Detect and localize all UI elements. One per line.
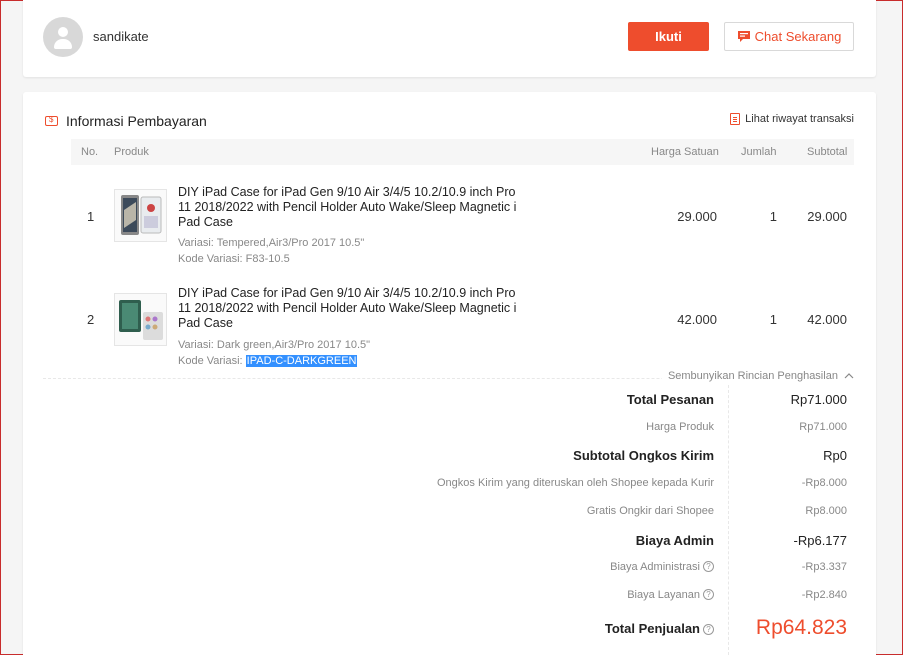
total-sales-text: Total Penjualan xyxy=(604,621,700,636)
table-header: No. Produk Harga Satuan Jumlah Subtotal xyxy=(71,139,854,165)
product-image xyxy=(121,195,162,235)
product-variation: Variasi: Dark green,Air3/Pro 2017 10.5" xyxy=(178,339,371,351)
unit-price: 29.000 xyxy=(677,209,717,224)
variation-code-label: Kode Variasi: xyxy=(178,253,246,265)
product-variation: Variasi: Tempered,Air3/Pro 2017 10.5" xyxy=(178,237,365,249)
help-icon[interactable]: ? xyxy=(703,589,714,600)
free-shipping-value: Rp8.000 xyxy=(805,505,847,517)
admin-fee-value: -Rp6.177 xyxy=(793,533,847,548)
row-number: 1 xyxy=(87,209,95,224)
product-name[interactable]: DIY iPad Case for iPad Gen 9/10 Air 3/4/… xyxy=(178,286,528,331)
subtotal: 29.000 xyxy=(807,209,847,224)
admin-fee-label: Biaya Admin xyxy=(635,533,714,548)
free-shipping-label: Gratis Ongkir dari Shopee xyxy=(586,505,714,517)
col-qty: Jumlah xyxy=(741,146,777,158)
transaction-history-label: Lihat riwayat transaksi xyxy=(745,113,854,125)
row-number: 2 xyxy=(87,312,95,327)
product-price-label: Harga Produk xyxy=(646,421,714,433)
quantity: 1 xyxy=(769,312,777,327)
service-fee-text: Biaya Layanan xyxy=(627,589,700,601)
product-price-value: Rp71.000 xyxy=(799,421,847,433)
total-sales-label: Total Penjualan? xyxy=(605,621,714,636)
transaction-history-link[interactable]: Lihat riwayat transaksi xyxy=(730,113,854,125)
col-subtotal: Subtotal xyxy=(807,146,848,158)
user-icon-body xyxy=(54,39,72,49)
help-icon[interactable]: ? xyxy=(703,624,714,635)
shipping-forwarded-label: Ongkos Kirim yang diteruskan oleh Shopee… xyxy=(437,477,714,489)
product-thumbnail[interactable] xyxy=(114,293,167,346)
payment-icon xyxy=(45,115,58,126)
chat-button-label: Chat Sekarang xyxy=(754,29,842,44)
total-order-value: Rp71.000 xyxy=(790,392,847,407)
administration-fee-text: Biaya Administrasi xyxy=(610,561,700,573)
col-no: No. xyxy=(81,146,99,158)
table-row: 1 DIY iPad Case for iPad Gen 9/10 Air 3/… xyxy=(71,174,854,265)
avatar[interactable] xyxy=(43,17,83,57)
product-thumbnail[interactable] xyxy=(114,189,167,242)
service-fee-label: Biaya Layanan? xyxy=(627,589,714,601)
variation-code-label: Kode Variasi: xyxy=(178,355,246,367)
product-image xyxy=(119,300,163,340)
shipping-forwarded-value: -Rp8.000 xyxy=(801,477,847,489)
section-title: Informasi Pembayaran xyxy=(66,113,207,129)
shipping-subtotal-label: Subtotal Ongkos Kirim xyxy=(573,448,714,463)
subtotal: 42.000 xyxy=(807,312,847,327)
hide-details-toggle[interactable]: Sembunyikan Rincian Penghasilan xyxy=(661,370,854,382)
seller-card: sandikate Ikuti Chat Sekarang xyxy=(23,0,876,77)
user-icon-head xyxy=(58,27,68,37)
help-icon[interactable]: ? xyxy=(703,561,714,572)
summary-divider xyxy=(728,385,729,655)
variation-code: Kode Variasi: F83-10.5 xyxy=(178,253,290,265)
variation-code-value: IPAD-C-DARKGREEN xyxy=(245,355,358,367)
table-row: 2 DIY iPad Case for iPad Gen 9/10 Air 3/… xyxy=(71,275,854,367)
administration-fee-value: -Rp3.337 xyxy=(801,561,847,573)
total-sales-value: Rp64.823 xyxy=(755,616,847,639)
product-name[interactable]: DIY iPad Case for iPad Gen 9/10 Air 3/4/… xyxy=(178,185,528,230)
service-fee-value: -Rp2.840 xyxy=(801,589,847,601)
chat-icon xyxy=(737,31,750,42)
col-product: Produk xyxy=(114,146,149,158)
variation-code: Kode Variasi: IPAD-C-DARKGREEN xyxy=(178,355,358,367)
quantity: 1 xyxy=(769,209,777,224)
variation-code-value: F83-10.5 xyxy=(245,253,290,265)
hide-details-label: Sembunyikan Rincian Penghasilan xyxy=(667,370,838,382)
username[interactable]: sandikate xyxy=(93,29,149,44)
total-order-label: Total Pesanan xyxy=(626,392,714,407)
chat-button[interactable]: Chat Sekarang xyxy=(724,22,854,51)
payment-info-card: Informasi Pembayaran Lihat riwayat trans… xyxy=(23,92,876,655)
unit-price: 42.000 xyxy=(677,312,717,327)
document-icon xyxy=(730,113,741,125)
col-unit-price: Harga Satuan xyxy=(651,146,719,158)
follow-button[interactable]: Ikuti xyxy=(628,22,709,51)
chevron-up-icon xyxy=(844,373,854,379)
administration-fee-label: Biaya Administrasi? xyxy=(610,561,714,573)
shipping-subtotal-value: Rp0 xyxy=(823,448,847,463)
